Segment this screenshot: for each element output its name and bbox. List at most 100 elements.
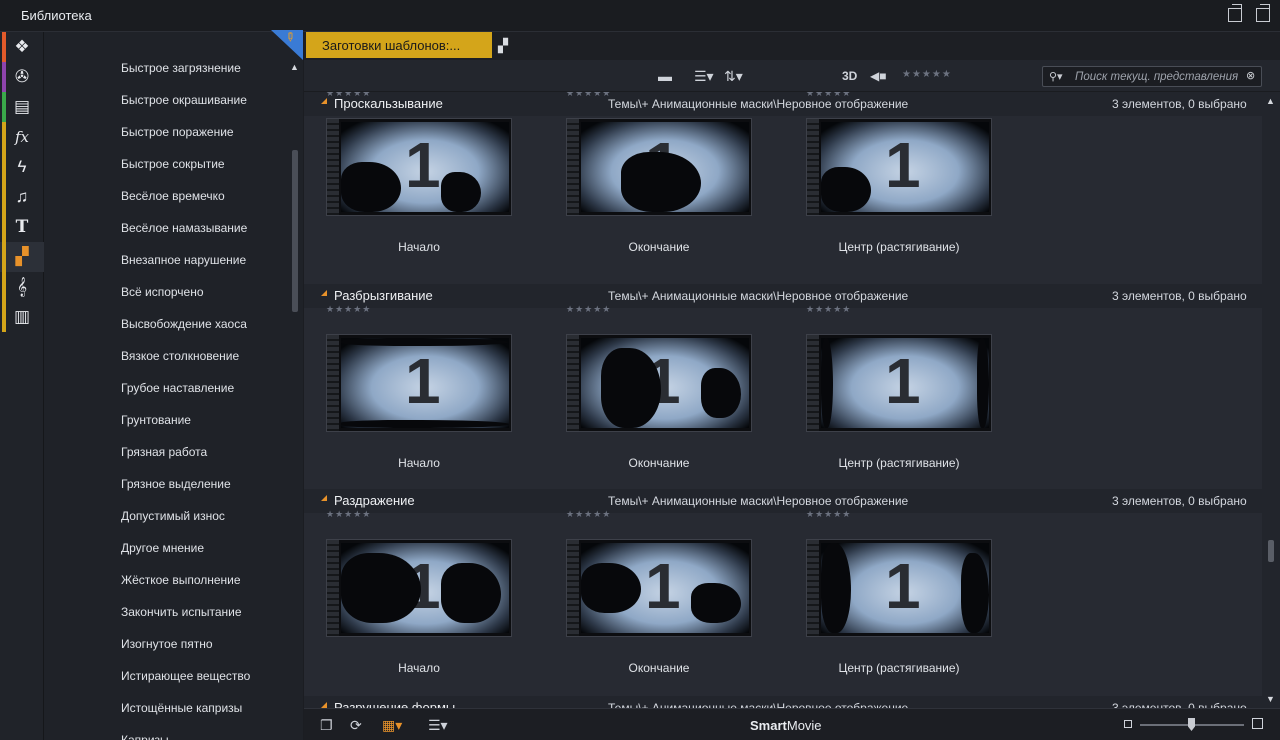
- sort-icon[interactable]: ⇅▾: [724, 68, 743, 85]
- rail-lightning-button[interactable]: ϟ: [0, 152, 44, 182]
- category-item[interactable]: Грубое наставление: [121, 381, 234, 395]
- template-item[interactable]: ★★★★★ 1 Окончание: [544, 92, 752, 264]
- category-item[interactable]: Допустимый износ: [121, 509, 225, 523]
- template-thumbnail[interactable]: 1: [806, 334, 992, 432]
- tag-icon[interactable]: ◀■: [870, 69, 886, 83]
- template-thumbnail[interactable]: 1: [326, 334, 512, 432]
- template-thumbnail[interactable]: 1: [326, 118, 512, 216]
- template-thumbnail[interactable]: 1: [326, 539, 512, 637]
- category-item[interactable]: Истощённые капризы: [121, 701, 242, 715]
- add-tab-icon[interactable]: ▞: [498, 38, 508, 54]
- category-item[interactable]: Весёлое времечко: [121, 189, 225, 203]
- rail-montage-button[interactable]: ▞: [0, 242, 44, 272]
- category-item[interactable]: Вязкое столкновение: [121, 349, 239, 363]
- collapse-arrow-icon[interactable]: [321, 495, 327, 501]
- search-icon[interactable]: ⚲▾: [1049, 70, 1063, 83]
- category-item[interactable]: Высвобождение хаоса: [121, 317, 247, 331]
- item-rating-stars[interactable]: ★★★★★: [806, 92, 851, 99]
- rail-treble-clef-button[interactable]: 𝄞: [0, 272, 44, 302]
- item-rating-stars[interactable]: ★★★★★: [806, 304, 851, 315]
- category-item[interactable]: Капризы: [121, 733, 169, 740]
- filmstrip-icon: [327, 335, 339, 431]
- template-thumbnail[interactable]: 1: [566, 118, 752, 216]
- item-rating-stars[interactable]: ★★★★★: [566, 509, 611, 520]
- category-item[interactable]: Другое мнение: [121, 541, 204, 555]
- tab-templates[interactable]: Заготовки шаблонов:...: [306, 32, 492, 58]
- group-header[interactable]: Разрушение формы Темы\+ Анимационные маск…: [304, 696, 1262, 708]
- item-rating-stars[interactable]: ★★★★★: [326, 509, 371, 520]
- sync-icon[interactable]: ⟳: [350, 717, 362, 734]
- thumbnail-digit: 1: [405, 345, 441, 417]
- rail-box-button[interactable]: ❖: [0, 32, 44, 62]
- category-item[interactable]: Грязное выделение: [121, 477, 231, 491]
- smartmovie-button[interactable]: SmartMovie: [750, 718, 822, 733]
- thumbnail-digit: 1: [885, 550, 921, 622]
- category-scroll-thumb[interactable]: [292, 150, 298, 312]
- item-rating-stars[interactable]: ★★★★★: [326, 92, 371, 99]
- template-thumbnail[interactable]: 1: [566, 334, 752, 432]
- zoom-in-icon[interactable]: [1252, 718, 1263, 729]
- scroll-down-icon[interactable]: ▼: [1266, 694, 1275, 704]
- details-view-icon[interactable]: ☰▾: [428, 717, 448, 734]
- category-item[interactable]: Быстрое сокрытие: [121, 157, 225, 171]
- template-thumbnail[interactable]: 1: [806, 118, 992, 216]
- rail-piano-button[interactable]: ▥: [0, 302, 44, 332]
- template-item[interactable]: ★★★★★ 1 Начало: [304, 300, 512, 480]
- search-input[interactable]: [1075, 69, 1243, 85]
- category-item[interactable]: Быстрое окрашивание: [121, 93, 247, 107]
- clear-search-icon[interactable]: ⊗: [1246, 69, 1255, 82]
- template-item[interactable]: ★★★★★ 1 Центр (растягивание): [784, 300, 992, 480]
- rail-stack-button[interactable]: ▤: [0, 92, 44, 122]
- category-item[interactable]: Изогнутое пятно: [121, 637, 213, 651]
- zoom-out-icon[interactable]: [1124, 720, 1132, 728]
- content-scroll-thumb[interactable]: [1268, 540, 1274, 562]
- rating-filter-stars[interactable]: ★★★★★: [902, 69, 952, 80]
- scroll-up-icon[interactable]: ▲: [290, 62, 299, 72]
- template-item[interactable]: ★★★★★ 1 Окончание: [544, 300, 752, 480]
- category-item[interactable]: Внезапное нарушение: [121, 253, 246, 267]
- group-count: 3 элементов, 0 выбрано: [1112, 701, 1247, 708]
- grid-view-icon[interactable]: ▦▾: [382, 717, 402, 734]
- folder-icon[interactable]: ▬: [658, 68, 672, 84]
- category-item[interactable]: Быстрое поражение: [121, 125, 234, 139]
- template-item[interactable]: ★★★★★ 1 Окончание: [544, 505, 752, 685]
- template-item[interactable]: ★★★★★ 1 Центр (растягивание): [784, 92, 992, 264]
- slider-knob[interactable]: [1188, 718, 1195, 731]
- item-rating-stars[interactable]: ★★★★★: [566, 304, 611, 315]
- category-item[interactable]: Всё испорчено: [121, 285, 204, 299]
- rail-fx-button[interactable]: fx: [0, 122, 44, 152]
- template-item[interactable]: ★★★★★ 1 Центр (растягивание): [784, 505, 992, 685]
- thumbnail-digit: 1: [645, 550, 681, 622]
- rail-title-button[interactable]: T: [0, 212, 44, 242]
- content-scrollbar[interactable]: ▲ ▼: [1262, 92, 1280, 708]
- category-scrollbar[interactable]: ▲ ▼: [290, 62, 300, 740]
- three-d-toggle[interactable]: 3D: [842, 69, 857, 83]
- scroll-up-icon[interactable]: ▲: [1266, 96, 1275, 106]
- template-item[interactable]: ★★★★★ 1 Начало: [304, 92, 512, 264]
- template-item[interactable]: ★★★★★ 1 Начало: [304, 505, 512, 685]
- collapse-arrow-icon[interactable]: [321, 290, 327, 296]
- rail-film-reel-button[interactable]: ✇: [0, 62, 44, 92]
- category-item[interactable]: Грунтование: [121, 413, 191, 427]
- fx-icon: fx: [14, 128, 29, 146]
- category-item[interactable]: Весёлое намазывание: [121, 221, 247, 235]
- item-rating-stars[interactable]: ★★★★★: [566, 92, 611, 99]
- category-item[interactable]: Истирающее вещество: [121, 669, 250, 683]
- rail-color-stripe: [2, 152, 6, 182]
- item-rating-stars[interactable]: ★★★★★: [806, 509, 851, 520]
- rail-music-note-button[interactable]: ♫: [0, 182, 44, 212]
- item-rating-stars[interactable]: ★★★★★: [326, 304, 371, 315]
- template-thumbnail[interactable]: 1: [566, 539, 752, 637]
- undock-icon[interactable]: [1228, 4, 1242, 22]
- stack-pages-icon[interactable]: ❐: [320, 717, 333, 734]
- thumbnail-image: 1: [821, 338, 989, 428]
- restore-window-icon[interactable]: [1256, 4, 1270, 22]
- category-item[interactable]: Грязная работа: [121, 445, 207, 459]
- list-view-icon[interactable]: ☰▾: [694, 68, 714, 85]
- category-item[interactable]: Быстрое загрязнение: [121, 61, 241, 75]
- template-thumbnail[interactable]: 1: [806, 539, 992, 637]
- thumbnail-size-slider[interactable]: [1140, 718, 1244, 731]
- category-item[interactable]: Закончить испытание: [121, 605, 242, 619]
- category-item[interactable]: Жёсткое выполнение: [121, 573, 241, 587]
- rail-color-stripe: [2, 32, 6, 62]
